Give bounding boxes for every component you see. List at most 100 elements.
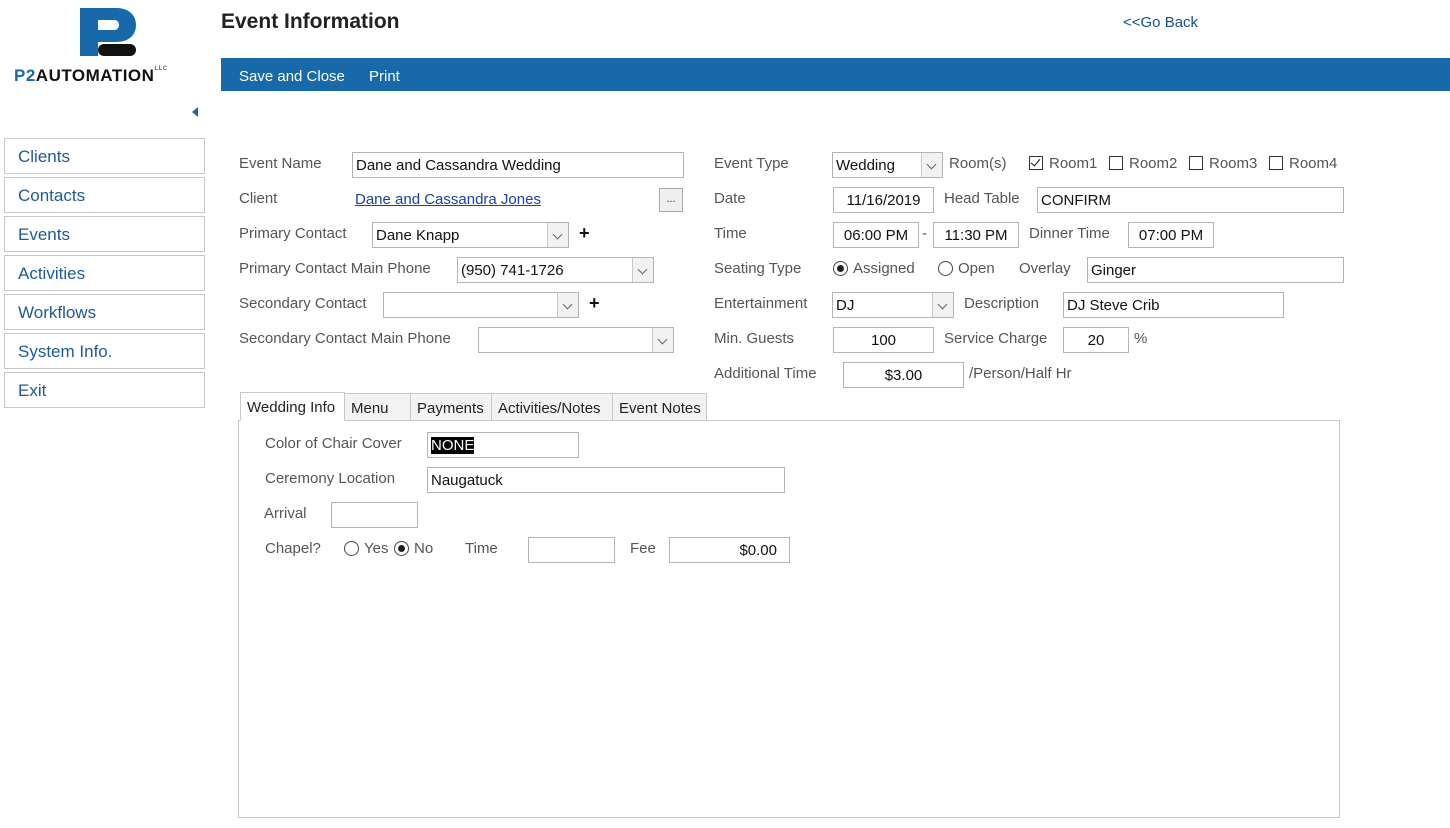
event-type-value: Wedding (836, 157, 895, 174)
seating-type-label: Seating Type (714, 260, 802, 277)
event-name-label: Event Name (239, 155, 322, 172)
collapse-sidebar-icon[interactable] (192, 107, 198, 117)
sidebar-item-workflows[interactable]: Workflows (4, 294, 205, 330)
chevron-down-icon[interactable] (557, 293, 578, 317)
fee-label: Fee (630, 540, 656, 557)
min-guests-label: Min. Guests (714, 330, 795, 347)
service-charge-label: Service Charge (944, 330, 1048, 347)
seating-assigned-label: Assigned (853, 260, 915, 277)
additional-time-unit: /Person/Half Hr (969, 365, 1072, 382)
entertainment-value: DJ (836, 297, 855, 314)
dinner-time-label: Dinner Time (1029, 225, 1110, 242)
room4-label: Room4 (1289, 155, 1338, 172)
page-title: Event Information (221, 10, 400, 33)
room3-label: Room3 (1209, 155, 1258, 172)
primary-contact-label: Primary Contact (239, 225, 347, 242)
add-primary-contact-button[interactable]: + (579, 223, 590, 244)
min-guests-field[interactable]: 100 (833, 327, 934, 353)
overlay-field[interactable]: Ginger (1087, 257, 1344, 283)
brand-logo-text: P2AUTOMATIONLLC (14, 66, 168, 85)
room3-checkbox[interactable] (1189, 156, 1203, 170)
room1-checkbox[interactable] (1029, 156, 1043, 170)
add-secondary-contact-button[interactable]: + (589, 293, 600, 314)
dinner-time-field[interactable]: 07:00 PM (1128, 222, 1214, 248)
seating-open-radio[interactable] (938, 261, 953, 276)
entertainment-select[interactable]: DJ (832, 292, 954, 318)
tab-activities-notes[interactable]: Activities/Notes (491, 393, 613, 421)
wedding-info-panel (238, 420, 1340, 818)
p2-logo-icon (80, 8, 136, 56)
time-separator: - (922, 225, 927, 242)
client-link[interactable]: Dane and Cassandra Jones (355, 191, 541, 208)
service-charge-field[interactable]: 20 (1063, 327, 1129, 353)
sidebar-nav: Clients Contacts Events Activities Workf… (4, 138, 205, 411)
event-name-field[interactable]: Dane and Cassandra Wedding (352, 152, 684, 178)
head-table-field[interactable]: CONFIRM (1037, 187, 1344, 213)
head-table-label: Head Table (944, 190, 1020, 207)
ceremony-location-label: Ceremony Location (265, 470, 396, 487)
seating-assigned-radio[interactable] (833, 261, 848, 276)
chevron-down-icon[interactable] (932, 293, 953, 317)
save-and-close-button[interactable]: Save and Close (239, 68, 345, 85)
chapel-no-radio[interactable] (394, 541, 409, 556)
chevron-down-icon[interactable] (547, 223, 568, 247)
sidebar-item-clients[interactable]: Clients (4, 138, 205, 174)
overlay-label: Overlay (1019, 260, 1071, 277)
room4-checkbox[interactable] (1269, 156, 1283, 170)
sidebar-item-system-info[interactable]: System Info. (4, 333, 205, 369)
chair-cover-field[interactable]: NONE (427, 432, 579, 458)
print-button[interactable]: Print (369, 68, 400, 85)
chapel-time-field[interactable] (528, 537, 615, 563)
ceremony-location-field[interactable]: Naugatuck (427, 467, 785, 493)
date-field[interactable]: 11/16/2019 (833, 187, 934, 213)
fee-field[interactable]: $0.00 (669, 537, 790, 563)
go-back-link[interactable]: <<Go Back (1123, 14, 1198, 31)
service-charge-unit: % (1134, 330, 1148, 347)
sidebar-item-events[interactable]: Events (4, 216, 205, 252)
arrival-label: Arrival (264, 505, 307, 522)
primary-phone-value: (950) 741-1726 (461, 262, 564, 279)
end-time-field[interactable]: 11:30 PM (933, 222, 1019, 248)
room1-label: Room1 (1049, 155, 1098, 172)
additional-time-field[interactable]: $3.00 (843, 362, 964, 388)
chair-cover-label: Color of Chair Cover (265, 435, 402, 452)
chair-cover-value: NONE (431, 437, 475, 454)
sidebar-item-exit[interactable]: Exit (4, 372, 205, 408)
time-label: Time (714, 225, 747, 242)
secondary-contact-label: Secondary Contact (239, 295, 367, 312)
client-label: Client (239, 190, 278, 207)
date-label: Date (714, 190, 746, 207)
primary-contact-value: Dane Knapp (376, 227, 460, 244)
client-browse-button[interactable]: ... (659, 188, 683, 212)
additional-time-label: Additional Time (714, 365, 817, 382)
rooms-label: Room(s) (949, 155, 1007, 172)
tab-menu[interactable]: Menu (344, 393, 411, 421)
primary-phone-label: Primary Contact Main Phone (239, 260, 431, 277)
arrival-field[interactable] (331, 502, 418, 528)
primary-phone-select[interactable]: (950) 741-1726 (457, 257, 654, 283)
secondary-phone-select[interactable] (478, 327, 674, 353)
secondary-phone-label: Secondary Contact Main Phone (239, 330, 451, 347)
sidebar-item-activities[interactable]: Activities (4, 255, 205, 291)
event-type-label: Event Type (714, 155, 789, 172)
primary-contact-select[interactable]: Dane Knapp (372, 222, 569, 248)
chapel-yes-label: Yes (364, 540, 389, 557)
chevron-down-icon[interactable] (632, 258, 653, 282)
tab-payments[interactable]: Payments (410, 393, 492, 421)
chevron-down-icon[interactable] (652, 328, 673, 352)
seating-open-label: Open (958, 260, 995, 277)
tab-wedding-info[interactable]: Wedding Info (240, 392, 345, 421)
chapel-label: Chapel? (265, 540, 321, 557)
event-type-select[interactable]: Wedding (832, 152, 943, 178)
toolbar: Save and Close Print (221, 58, 1450, 91)
chevron-down-icon[interactable] (921, 153, 942, 177)
description-field[interactable]: DJ Steve Crib (1063, 292, 1284, 318)
room2-label: Room2 (1129, 155, 1178, 172)
tab-event-notes[interactable]: Event Notes (612, 393, 707, 421)
sidebar-item-contacts[interactable]: Contacts (4, 177, 205, 213)
room2-checkbox[interactable] (1109, 156, 1123, 170)
chapel-time-label: Time (465, 540, 498, 557)
start-time-field[interactable]: 06:00 PM (833, 222, 919, 248)
chapel-yes-radio[interactable] (344, 541, 359, 556)
secondary-contact-select[interactable] (383, 292, 579, 318)
